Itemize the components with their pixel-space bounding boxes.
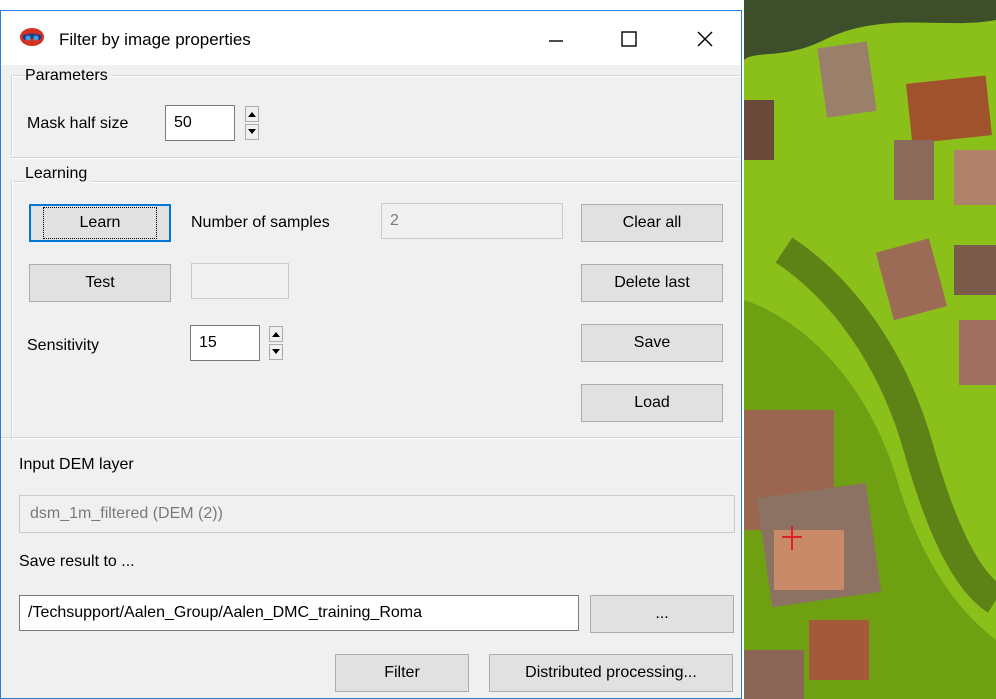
mask-half-size-spinner[interactable] [245, 106, 259, 140]
learn-button-label: Learn [42, 207, 158, 239]
close-icon [697, 31, 713, 47]
spin-up-icon[interactable] [269, 326, 283, 342]
aerial-map [744, 0, 996, 699]
title-bar[interactable]: Filter by image properties [1, 11, 741, 65]
minimize-icon [549, 40, 563, 42]
load-button[interactable]: Load [581, 384, 723, 422]
learning-frame-left [11, 181, 13, 441]
aerial-image-background [744, 0, 996, 699]
output-path-input[interactable]: /Techsupport/Aalen_Group/Aalen_DMC_train… [19, 595, 579, 631]
learning-frame-top [11, 181, 739, 183]
learning-frame-bottom [1, 437, 741, 439]
test-result-field [191, 263, 289, 299]
input-dem-label: Input DEM layer [19, 456, 134, 473]
sensitivity-input[interactable]: 15 [190, 325, 260, 361]
app-logo-icon [20, 28, 44, 46]
number-of-samples-field: 2 [381, 203, 563, 239]
parameters-frame-top [11, 75, 739, 77]
parameters-frame-left [11, 75, 13, 155]
minimize-button[interactable] [525, 19, 585, 59]
number-of-samples-label: Number of samples [191, 214, 330, 231]
parameters-group-label: Parameters [25, 67, 112, 85]
maximize-button[interactable] [599, 19, 659, 59]
parameters-frame-bottom [11, 157, 739, 159]
save-result-label: Save result to ... [19, 553, 135, 570]
sensitivity-label: Sensitivity [27, 337, 100, 354]
delete-last-button[interactable]: Delete last [581, 264, 723, 302]
clear-all-button[interactable]: Clear all [581, 204, 723, 242]
distributed-processing-button[interactable]: Distributed processing... [489, 654, 733, 692]
spin-down-icon[interactable] [269, 344, 283, 360]
mask-half-size-label: Mask half size [27, 115, 129, 132]
maximize-icon [621, 31, 637, 47]
test-button[interactable]: Test [29, 264, 171, 302]
filter-button[interactable]: Filter [335, 654, 469, 692]
browse-button[interactable]: ... [590, 595, 734, 633]
learn-button[interactable]: Learn [29, 204, 171, 242]
input-dem-select[interactable]: dsm_1m_filtered (DEM (2)) [19, 495, 735, 533]
spin-down-icon[interactable] [245, 124, 259, 140]
spin-up-icon[interactable] [245, 106, 259, 122]
save-button[interactable]: Save [581, 324, 723, 362]
sensitivity-spinner[interactable] [269, 326, 283, 360]
window-title: Filter by image properties [59, 30, 251, 49]
close-button[interactable] [675, 19, 735, 59]
learning-group-label: Learning [25, 165, 92, 183]
filter-dialog: Filter by image properties Parameters Ma… [0, 10, 742, 699]
mask-half-size-input[interactable]: 50 [165, 105, 235, 141]
